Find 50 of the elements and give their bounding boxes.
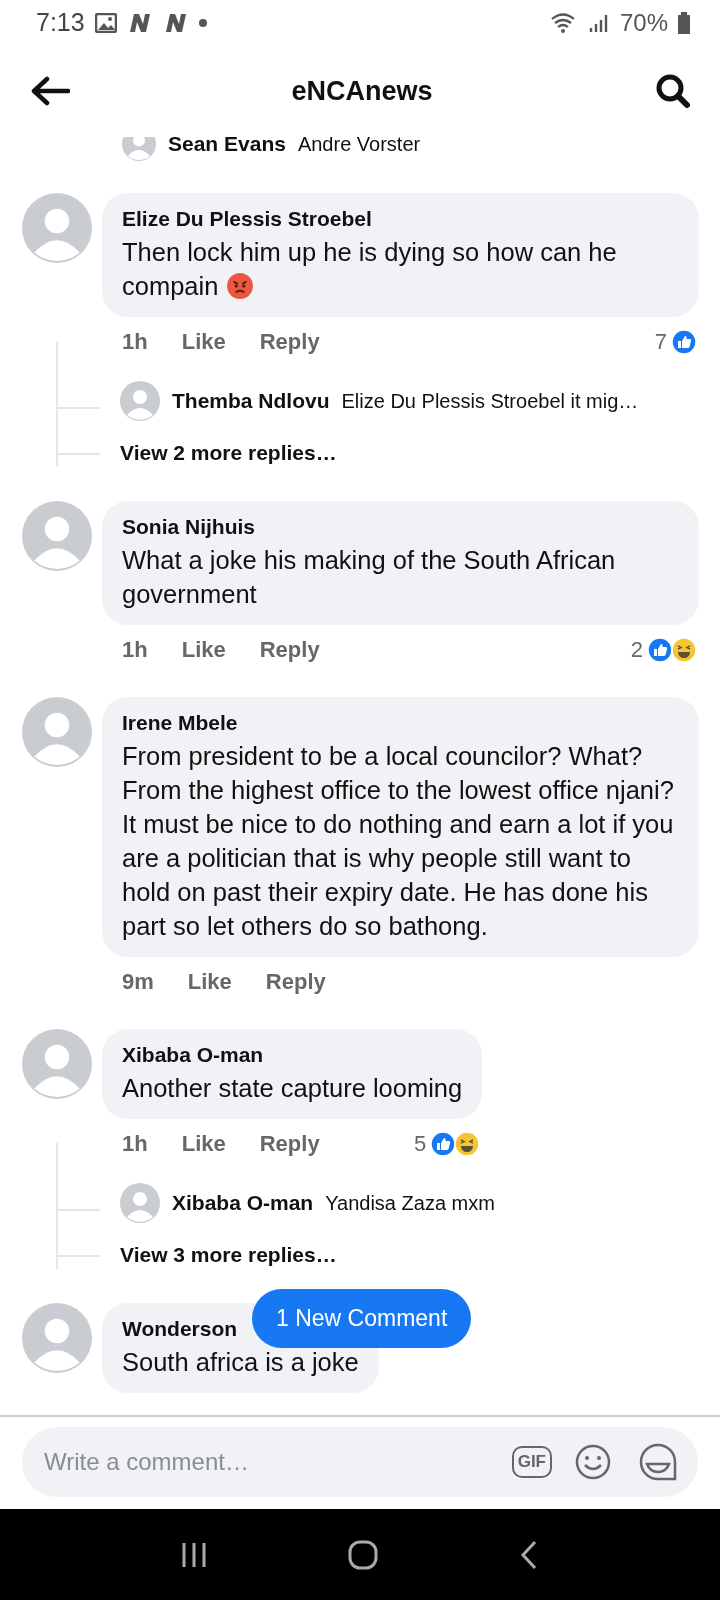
avatar	[122, 137, 156, 161]
comment-author[interactable]: Xibaba O-man	[122, 1043, 264, 1067]
reply-link[interactable]: Reply	[259, 637, 320, 663]
view-more-replies-link[interactable]: View 3 more replies…	[120, 1241, 337, 1269]
page-title: eNCAnews	[291, 75, 433, 107]
battery-percentage: 70%	[619, 8, 668, 37]
comment-author[interactable]: Irene Mbele	[122, 711, 238, 735]
reply-link[interactable]: Reply	[259, 329, 320, 355]
comment-time: 1h	[122, 329, 148, 355]
avatar	[120, 1183, 160, 1223]
comment-time: 9m	[122, 969, 154, 995]
comment-time: 1h	[122, 1131, 148, 1157]
reply-author[interactable]: Themba Ndlovu	[172, 389, 330, 413]
reaction-count: 2	[630, 637, 643, 663]
reaction-count: 7	[654, 329, 667, 355]
home-icon[interactable]	[347, 1538, 379, 1571]
comment-text: South africa is a joke	[122, 1347, 359, 1378]
comment-author[interactable]: Wonderson	[122, 1317, 238, 1341]
comment-author[interactable]: Sonia Nijhuis	[122, 515, 255, 539]
reply-text: Elize Du Plessis Stroebel it mig…	[341, 389, 639, 413]
avatar	[22, 1303, 92, 1373]
avatar	[120, 381, 160, 421]
reply-author[interactable]: Xibaba O-man	[172, 1191, 314, 1215]
avatar	[22, 501, 92, 571]
like-link[interactable]: Like	[181, 329, 226, 355]
comment-time: 1h	[122, 637, 148, 663]
like-link[interactable]: Like	[187, 969, 232, 995]
comment-text: Another state capture looming	[122, 1073, 463, 1104]
avatar	[22, 1029, 92, 1099]
dot-icon	[198, 18, 207, 27]
like-link[interactable]: Like	[181, 637, 226, 663]
image-icon	[94, 12, 117, 33]
reply-link[interactable]: Reply	[259, 1131, 320, 1157]
avatar	[22, 193, 92, 263]
new-comment-button[interactable]: 1 New Comment	[252, 1289, 472, 1348]
comment-text: From president to be a local councilor? What? From the highest office to the lowest office njani? It must be nice to do nothing and earn a lot if you are a politician that is why people still want to hold on past their expiry date. He has done his part so let others do so bathong.	[122, 741, 675, 942]
avatar	[22, 697, 92, 767]
reply-text: Yandisa Zaza mxm	[325, 1191, 495, 1215]
like-link[interactable]: Like	[181, 1131, 226, 1157]
view-more-replies-link[interactable]: View 2 more replies…	[120, 439, 337, 467]
gif-button[interactable]: GIF	[511, 1446, 552, 1478]
reply-link[interactable]: Reply	[265, 969, 326, 995]
reply-author[interactable]: Sean Evans	[168, 137, 286, 156]
comment-field[interactable]: Write a comment… GIF	[22, 1427, 698, 1497]
reaction-count: 5	[413, 1131, 427, 1157]
battery-icon	[678, 11, 690, 34]
status-time: 7:13	[36, 8, 85, 37]
comment-text: Then lock him up he is dying so how can he compain	[122, 237, 618, 302]
comment-text: What a joke his making of the South African government	[122, 545, 617, 610]
comment-author[interactable]: Elize Du Plessis Stroebel	[122, 207, 372, 231]
